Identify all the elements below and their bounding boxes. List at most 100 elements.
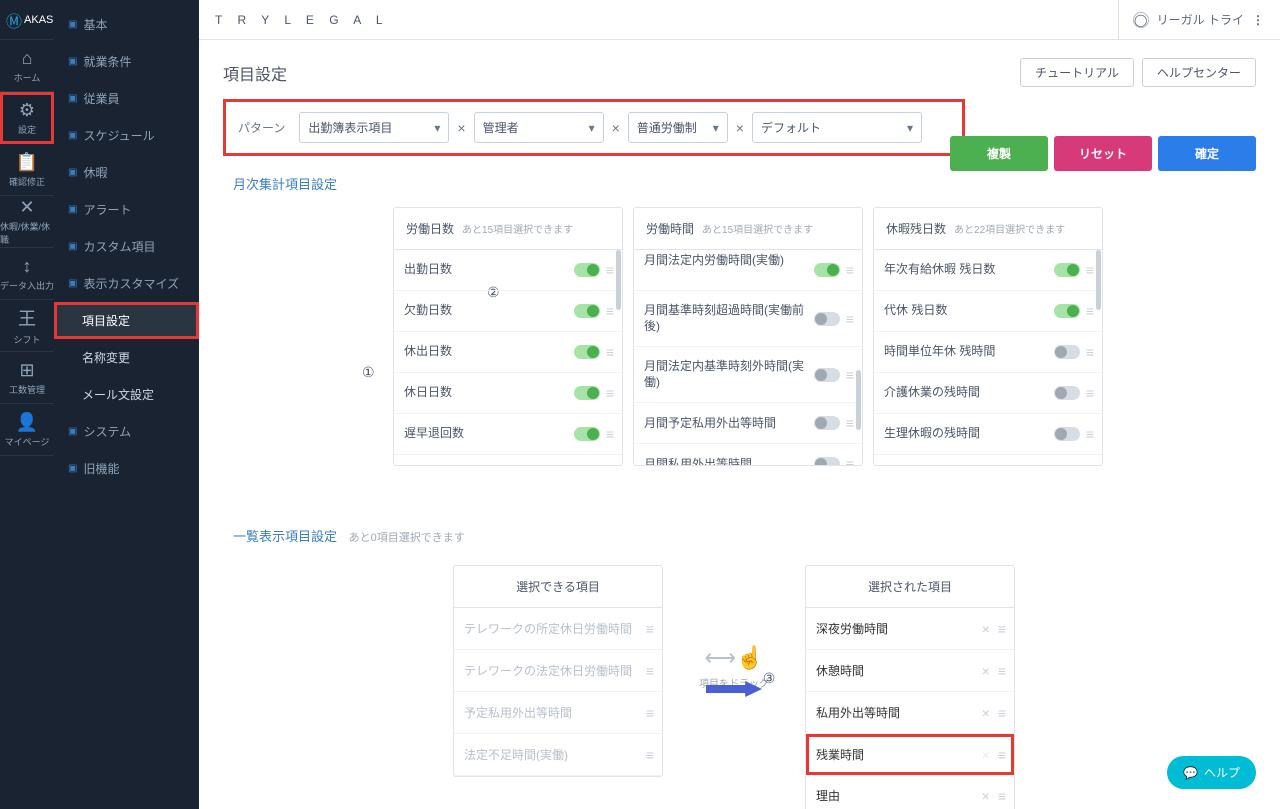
toggle-switch[interactable]: [574, 386, 600, 400]
toggle-switch[interactable]: [814, 416, 840, 430]
summary-row[interactable]: 介護休業の残時間≡: [874, 373, 1102, 414]
drag-handle-icon[interactable]: ≡: [998, 663, 1004, 679]
drag-handle-icon[interactable]: ≡: [998, 788, 1004, 804]
sidebar-system[interactable]: ▣システム: [54, 413, 199, 450]
summary-row[interactable]: 出勤日数≡: [394, 250, 622, 291]
summary-row[interactable]: 時間単位年休 残時間≡: [874, 332, 1102, 373]
summary-row[interactable]: 年次有給休暇 残日数≡: [874, 250, 1102, 291]
toggle-switch[interactable]: [574, 427, 600, 441]
reset-button[interactable]: リセット: [1054, 136, 1152, 171]
help-fab-button[interactable]: 💬 ヘルプ: [1167, 756, 1256, 789]
pattern-dd2[interactable]: 管理者▾: [474, 112, 604, 143]
summary-row[interactable]: 代休 残日数≡: [874, 291, 1102, 332]
toggle-switch[interactable]: [574, 345, 600, 359]
summary-row[interactable]: 生理休暇の残時間≡: [874, 414, 1102, 455]
sidebar-display[interactable]: ▣表示カスタマイズ: [54, 265, 199, 302]
summary-row[interactable]: 月間予定私用外出等時間≡: [634, 403, 862, 444]
confirm-button[interactable]: 確定: [1158, 136, 1256, 171]
drag-handle-icon[interactable]: ≡: [1086, 262, 1092, 278]
available-item[interactable]: テレワークの法定休日労働時間≡: [454, 650, 662, 692]
drag-handle-icon[interactable]: ≡: [1086, 426, 1092, 442]
drag-handle-icon[interactable]: ≡: [846, 367, 852, 383]
close-icon[interactable]: ×: [455, 120, 467, 136]
summary-row[interactable]: 月間基準時刻超過時間(実働前後)≡: [634, 291, 862, 347]
sidebar-employee[interactable]: ▣従業員: [54, 80, 199, 117]
rail-home[interactable]: ⌂ホーム: [0, 40, 54, 92]
remove-icon[interactable]: ×: [982, 705, 990, 721]
selected-item[interactable]: 残業時間×≡: [806, 734, 1014, 775]
rail-confirm[interactable]: 📋確認修正: [0, 144, 54, 196]
drag-handle-icon[interactable]: ≡: [846, 262, 852, 278]
toggle-switch[interactable]: [1054, 345, 1080, 359]
selected-item[interactable]: 私用外出等時間×≡: [806, 692, 1014, 734]
scrollbar[interactable]: [1096, 250, 1101, 310]
drag-handle-icon[interactable]: ≡: [998, 705, 1004, 721]
sidebar-sub-mail[interactable]: メール文設定: [54, 376, 199, 413]
toggle-switch[interactable]: [814, 263, 840, 277]
available-item[interactable]: 予定私用外出等時間≡: [454, 692, 662, 734]
summary-row[interactable]: 月間私用外出等時間≡: [634, 444, 862, 465]
drag-handle-icon[interactable]: ≡: [606, 344, 612, 360]
summary-row[interactable]: 欠勤日数≡: [394, 291, 622, 332]
rail-kousu[interactable]: ⊞工数管理: [0, 352, 54, 404]
available-item[interactable]: 法定不足時間(実働)≡: [454, 734, 662, 776]
user-menu-icon[interactable]: ⋮: [1252, 13, 1264, 27]
drag-handle-icon[interactable]: ≡: [606, 303, 612, 319]
drag-handle-icon[interactable]: ≡: [606, 426, 612, 442]
sidebar-sub-rename[interactable]: 名称変更: [54, 339, 199, 376]
close-icon[interactable]: ×: [610, 120, 622, 136]
toggle-switch[interactable]: [574, 263, 600, 277]
drag-handle-icon[interactable]: ≡: [998, 747, 1004, 763]
available-item[interactable]: テレワークの所定休日労働時間≡: [454, 608, 662, 650]
drag-handle-icon[interactable]: ≡: [1086, 344, 1092, 360]
drag-handle-icon[interactable]: ≡: [606, 385, 612, 401]
sidebar-custom[interactable]: ▣カスタム項目: [54, 228, 199, 265]
rail-settings[interactable]: ⚙設定: [0, 92, 54, 144]
drag-handle-icon[interactable]: ≡: [646, 621, 652, 637]
drag-handle-icon[interactable]: ≡: [646, 747, 652, 763]
drag-handle-icon[interactable]: ≡: [846, 311, 852, 327]
drag-handle-icon[interactable]: ≡: [846, 415, 852, 431]
tutorial-button[interactable]: チュートリアル: [1020, 58, 1134, 87]
toggle-switch[interactable]: [1054, 427, 1080, 441]
selected-item[interactable]: 休憩時間×≡: [806, 650, 1014, 692]
scrollbar[interactable]: [856, 370, 861, 430]
summary-row[interactable]: 遅早退回数≡: [394, 414, 622, 455]
remove-icon[interactable]: ×: [982, 663, 990, 679]
sidebar-alert[interactable]: ▣アラート: [54, 191, 199, 228]
summary-row[interactable]: 月間法定内労働時間(実働)≡: [634, 250, 862, 291]
sidebar-vacation[interactable]: ▣休暇: [54, 154, 199, 191]
copy-button[interactable]: 複製: [950, 136, 1048, 171]
rail-leave[interactable]: ✕休暇/休業/休職: [0, 196, 54, 248]
remove-icon[interactable]: ×: [982, 621, 990, 637]
remove-icon[interactable]: ×: [982, 747, 990, 763]
drag-handle-icon[interactable]: ≡: [1086, 303, 1092, 319]
sidebar-basic[interactable]: ▣基本: [54, 6, 199, 43]
remove-icon[interactable]: ×: [982, 788, 990, 804]
pattern-dd4[interactable]: デフォルト▾: [752, 112, 922, 143]
rail-data[interactable]: ↕データ入出力: [0, 248, 54, 300]
summary-row[interactable]: 休日日数≡: [394, 373, 622, 414]
drag-handle-icon[interactable]: ≡: [646, 663, 652, 679]
toggle-switch[interactable]: [814, 457, 840, 465]
close-icon[interactable]: ×: [734, 120, 746, 136]
selected-item[interactable]: 理由×≡: [806, 775, 1014, 809]
sidebar-schedule[interactable]: ▣スケジュール: [54, 117, 199, 154]
drag-handle-icon[interactable]: ≡: [646, 705, 652, 721]
toggle-switch[interactable]: [1054, 386, 1080, 400]
selected-item[interactable]: 深夜労働時間×≡: [806, 608, 1014, 650]
rail-mypage[interactable]: 👤マイページ: [0, 404, 54, 456]
summary-row[interactable]: 休出日数≡: [394, 332, 622, 373]
sidebar-old[interactable]: ▣旧機能: [54, 450, 199, 487]
pattern-dd3[interactable]: 普通労働制▾: [628, 112, 728, 143]
scrollbar[interactable]: [616, 250, 621, 310]
toggle-switch[interactable]: [1054, 263, 1080, 277]
pattern-dd1[interactable]: 出勤簿表示項目▾: [299, 112, 449, 143]
rail-shift[interactable]: 王シフト: [0, 300, 54, 352]
drag-handle-icon[interactable]: ≡: [998, 621, 1004, 637]
toggle-switch[interactable]: [1054, 304, 1080, 318]
summary-row[interactable]: 月間法定内基準時刻外時間(実働)≡: [634, 347, 862, 403]
drag-handle-icon[interactable]: ≡: [846, 456, 852, 465]
help-center-button[interactable]: ヘルプセンター: [1142, 58, 1256, 87]
toggle-switch[interactable]: [574, 304, 600, 318]
